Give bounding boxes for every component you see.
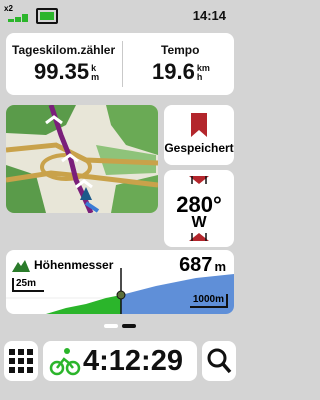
odometer-unit: km	[91, 63, 100, 82]
battery-icon	[36, 8, 58, 24]
heading-direction: W	[191, 214, 207, 231]
ride-timer-button[interactable]: 4:12:29	[43, 341, 197, 381]
data-divider	[122, 41, 123, 87]
battery-multiplier: x2	[4, 4, 13, 13]
speed-value: 19.6 km h	[152, 59, 210, 84]
map-canvas	[6, 105, 158, 213]
search-icon	[207, 348, 232, 374]
apps-button[interactable]	[4, 341, 38, 381]
cyclist-icon	[49, 348, 81, 376]
page-indicator-1[interactable]	[104, 324, 118, 328]
saved-button[interactable]: Gespeichert	[164, 105, 234, 165]
altimeter-card[interactable]: Höhenmesser 687 m 25m 1000m	[6, 250, 234, 314]
odometer-label: Tageskilom.zähler	[12, 43, 116, 57]
map-view[interactable]	[6, 105, 158, 213]
page-indicator-2[interactable]	[122, 324, 136, 328]
saved-label: Gespeichert	[164, 141, 234, 155]
battery-tip	[56, 12, 58, 17]
status-bar: x2 14:14	[0, 0, 240, 32]
grid-icon	[9, 349, 33, 373]
status-time: 14:14	[192, 8, 226, 23]
vertical-scale: 25m	[12, 278, 44, 292]
speed-unit: km h	[196, 63, 210, 82]
trip-data-card[interactable]: Tageskilom.zähler 99.35 km Tempo 19.6 km…	[6, 33, 234, 95]
ride-timer: 4:12:29	[83, 345, 183, 377]
odometer-value: 99.35 km	[34, 59, 100, 84]
search-button[interactable]	[202, 341, 236, 381]
compass-widget[interactable]: 280° W	[164, 170, 234, 247]
battery-level-icon	[8, 14, 28, 22]
speed-label: Tempo	[161, 43, 200, 57]
horizontal-scale: 1000m	[190, 294, 228, 308]
bookmark-icon	[191, 113, 207, 137]
